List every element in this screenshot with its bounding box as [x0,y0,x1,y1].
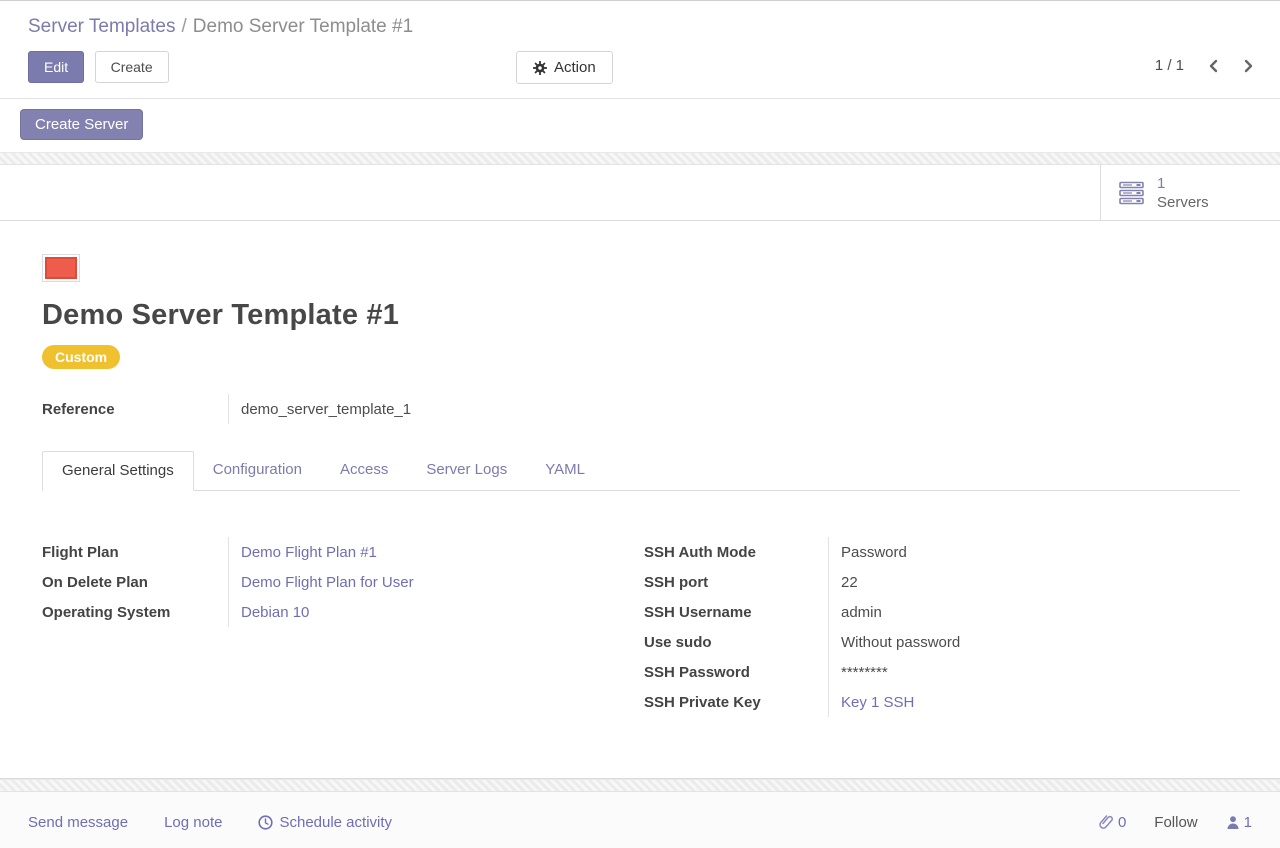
breadcrumb-server-templates[interactable]: Server Templates [28,16,176,37]
log-note-button[interactable]: Log note [164,814,222,831]
field-value-use-sudo: Without password [828,627,1240,657]
followers-button[interactable]: 1 [1226,814,1252,831]
tab-configuration[interactable]: Configuration [194,451,321,490]
field-label-ssh-password: SSH Password [644,657,828,687]
chevron-right-icon[interactable] [1243,59,1254,73]
divider-hatch-top [0,152,1280,165]
edit-button[interactable]: Edit [28,51,84,83]
field-value-ssh-auth-mode: Password [828,537,1240,567]
tab-access[interactable]: Access [321,451,407,490]
attachments-button[interactable]: 0 [1099,814,1126,831]
follow-button[interactable]: Follow [1154,814,1197,831]
field-label-flight-plan: Flight Plan [42,537,228,567]
chatter: Send message Log note Schedule activity [0,792,1280,848]
gear-icon [533,61,547,75]
chevron-left-icon[interactable] [1208,59,1219,73]
field-label-ssh-port: SSH port [644,567,828,597]
custom-badge: Custom [42,345,120,369]
sheet-body: Demo Server Template #1 Custom Reference… [0,221,1280,717]
field-value-ssh-private-key[interactable]: Key 1 SSH [841,694,914,711]
field-value-flight-plan[interactable]: Demo Flight Plan #1 [241,544,377,561]
pager-value: 1 / 1 [1155,57,1184,74]
action-dropdown-button[interactable]: Action [516,51,613,84]
person-icon [1226,815,1240,830]
servers-stat-button[interactable]: 1 Servers [1100,165,1280,220]
form-sheet: 1 Servers Demo Server Template #1 Custom… [0,165,1280,779]
tab-server-logs[interactable]: Server Logs [407,451,526,490]
field-group-left: Flight Plan Demo Flight Plan #1 On Delet… [42,537,644,717]
create-server-button[interactable]: Create Server [20,109,143,140]
paperclip-icon [1099,814,1114,830]
reference-label: Reference [42,394,228,424]
schedule-activity-label: Schedule activity [279,814,392,831]
create-button[interactable]: Create [95,51,169,83]
control-panel: Edit Create Action 1 / 1 [0,41,1280,99]
field-value-on-delete-plan[interactable]: Demo Flight Plan for User [241,574,414,591]
field-label-ssh-username: SSH Username [644,597,828,627]
pager: 1 / 1 [1155,57,1254,74]
template-image-fill [45,257,77,279]
field-label-use-sudo: Use sudo [644,627,828,657]
field-label-on-delete-plan: On Delete Plan [42,567,228,597]
followers-count: 1 [1244,814,1252,831]
send-message-button[interactable]: Send message [28,814,128,831]
field-value-ssh-port: 22 [828,567,1240,597]
attachments-count: 0 [1118,814,1126,831]
general-settings-panel: Flight Plan Demo Flight Plan #1 On Delet… [42,537,1240,717]
field-value-operating-system[interactable]: Debian 10 [241,604,309,621]
action-label: Action [554,59,596,76]
template-image[interactable] [42,254,80,282]
servers-icon [1119,181,1145,205]
servers-label: Servers [1157,193,1209,212]
field-label-ssh-private-key: SSH Private Key [644,687,828,717]
breadcrumb: Server Templates/Demo Server Template #1 [0,1,1280,41]
field-label-ssh-auth-mode: SSH Auth Mode [644,537,828,567]
clock-icon [258,815,273,830]
tab-yaml[interactable]: YAML [526,451,604,490]
notebook-tabs: General Settings Configuration Access Se… [42,451,1240,491]
breadcrumb-current: Demo Server Template #1 [193,16,413,37]
stat-button-row: 1 Servers [0,165,1280,221]
object-buttons-row: Create Server [0,99,1280,152]
breadcrumb-separator: / [176,16,193,37]
reference-field-row: Reference demo_server_template_1 [42,394,1240,424]
field-value-ssh-password: ******** [828,657,1240,687]
page-title: Demo Server Template #1 [42,299,1240,332]
servers-count: 1 [1157,174,1209,193]
divider-hatch-bottom [0,779,1280,792]
server-template-form-view: Server Templates/Demo Server Template #1… [0,0,1280,848]
field-group-right: SSH Auth Mode Password SSH port 22 SSH U… [644,537,1240,717]
reference-value: demo_server_template_1 [228,394,1240,424]
field-value-ssh-username: admin [828,597,1240,627]
tab-general-settings[interactable]: General Settings [42,451,194,491]
field-label-operating-system: Operating System [42,597,228,627]
schedule-activity-button[interactable]: Schedule activity [258,814,392,831]
